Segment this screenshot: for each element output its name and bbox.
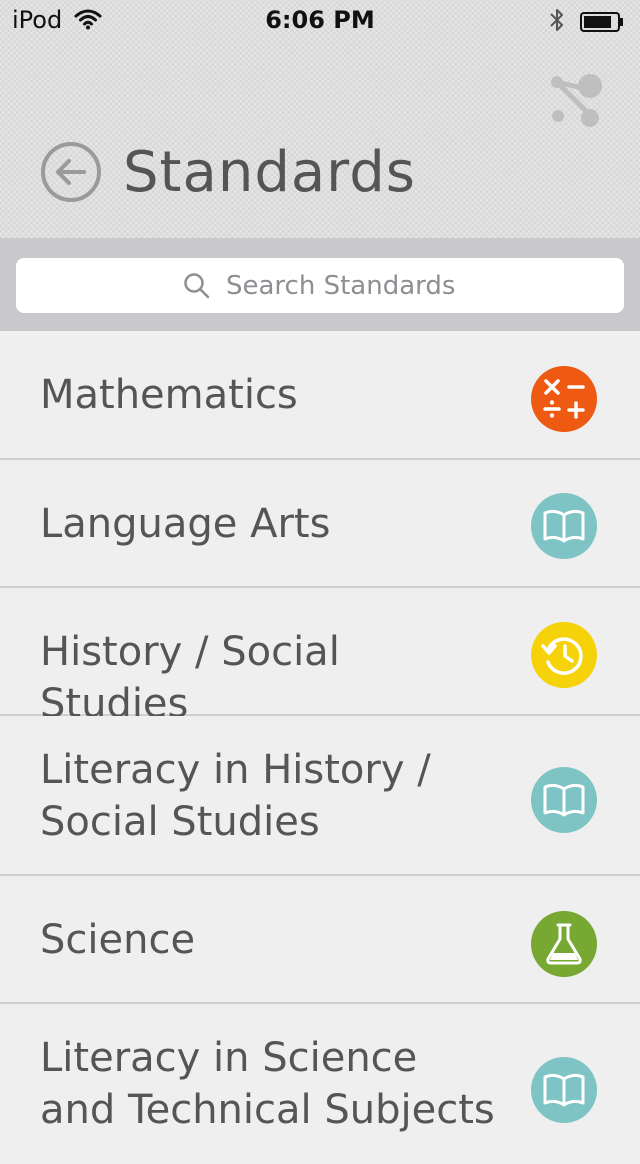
search-bar: Search Standards [0, 240, 640, 331]
battery-icon [580, 10, 624, 32]
list-item-literacy-science[interactable]: Literacy in Science and Technical Subjec… [0, 1004, 640, 1164]
open-book-icon [531, 493, 597, 559]
list-item-label: Literacy in History / Social Studies [40, 747, 431, 845]
list-item-language-arts[interactable]: Language Arts [0, 460, 640, 588]
search-placeholder: Search Standards [226, 271, 456, 301]
subject-list: Mathematics Language Arts History / Soci… [0, 331, 640, 1164]
status-bar: iPod 6:06 PM [0, 0, 640, 40]
math-operators-icon [531, 366, 597, 432]
list-item-literacy-history[interactable]: Literacy in History / Social Studies [0, 716, 640, 876]
search-input[interactable]: Search Standards [16, 258, 624, 313]
list-item-label: Literacy in Science and Technical Subjec… [40, 1035, 495, 1133]
share-icon [551, 74, 602, 127]
history-clock-icon [531, 622, 597, 688]
back-arrow-icon [41, 142, 101, 202]
list-item-label: Science [40, 917, 196, 963]
list-item-mathematics[interactable]: Mathematics [0, 331, 640, 460]
page-title: Standards [123, 140, 416, 205]
list-item-history-social-studies[interactable]: History / Social Studies [0, 588, 640, 727]
list-item-label: Language Arts [40, 501, 331, 547]
open-book-icon [531, 767, 597, 833]
bluetooth-icon [549, 7, 565, 39]
header: iPod 6:06 PM Standards [0, 0, 640, 240]
status-time: 6:06 PM [265, 6, 375, 34]
list-item-label: History / Social Studies [40, 629, 340, 727]
flask-icon [531, 911, 597, 977]
list-item-science[interactable]: Science [0, 876, 640, 1004]
search-icon [183, 272, 211, 304]
share-button[interactable] [544, 70, 604, 132]
list-item-label: Mathematics [40, 372, 298, 418]
back-button[interactable] [40, 141, 102, 203]
open-book-icon [531, 1057, 597, 1123]
